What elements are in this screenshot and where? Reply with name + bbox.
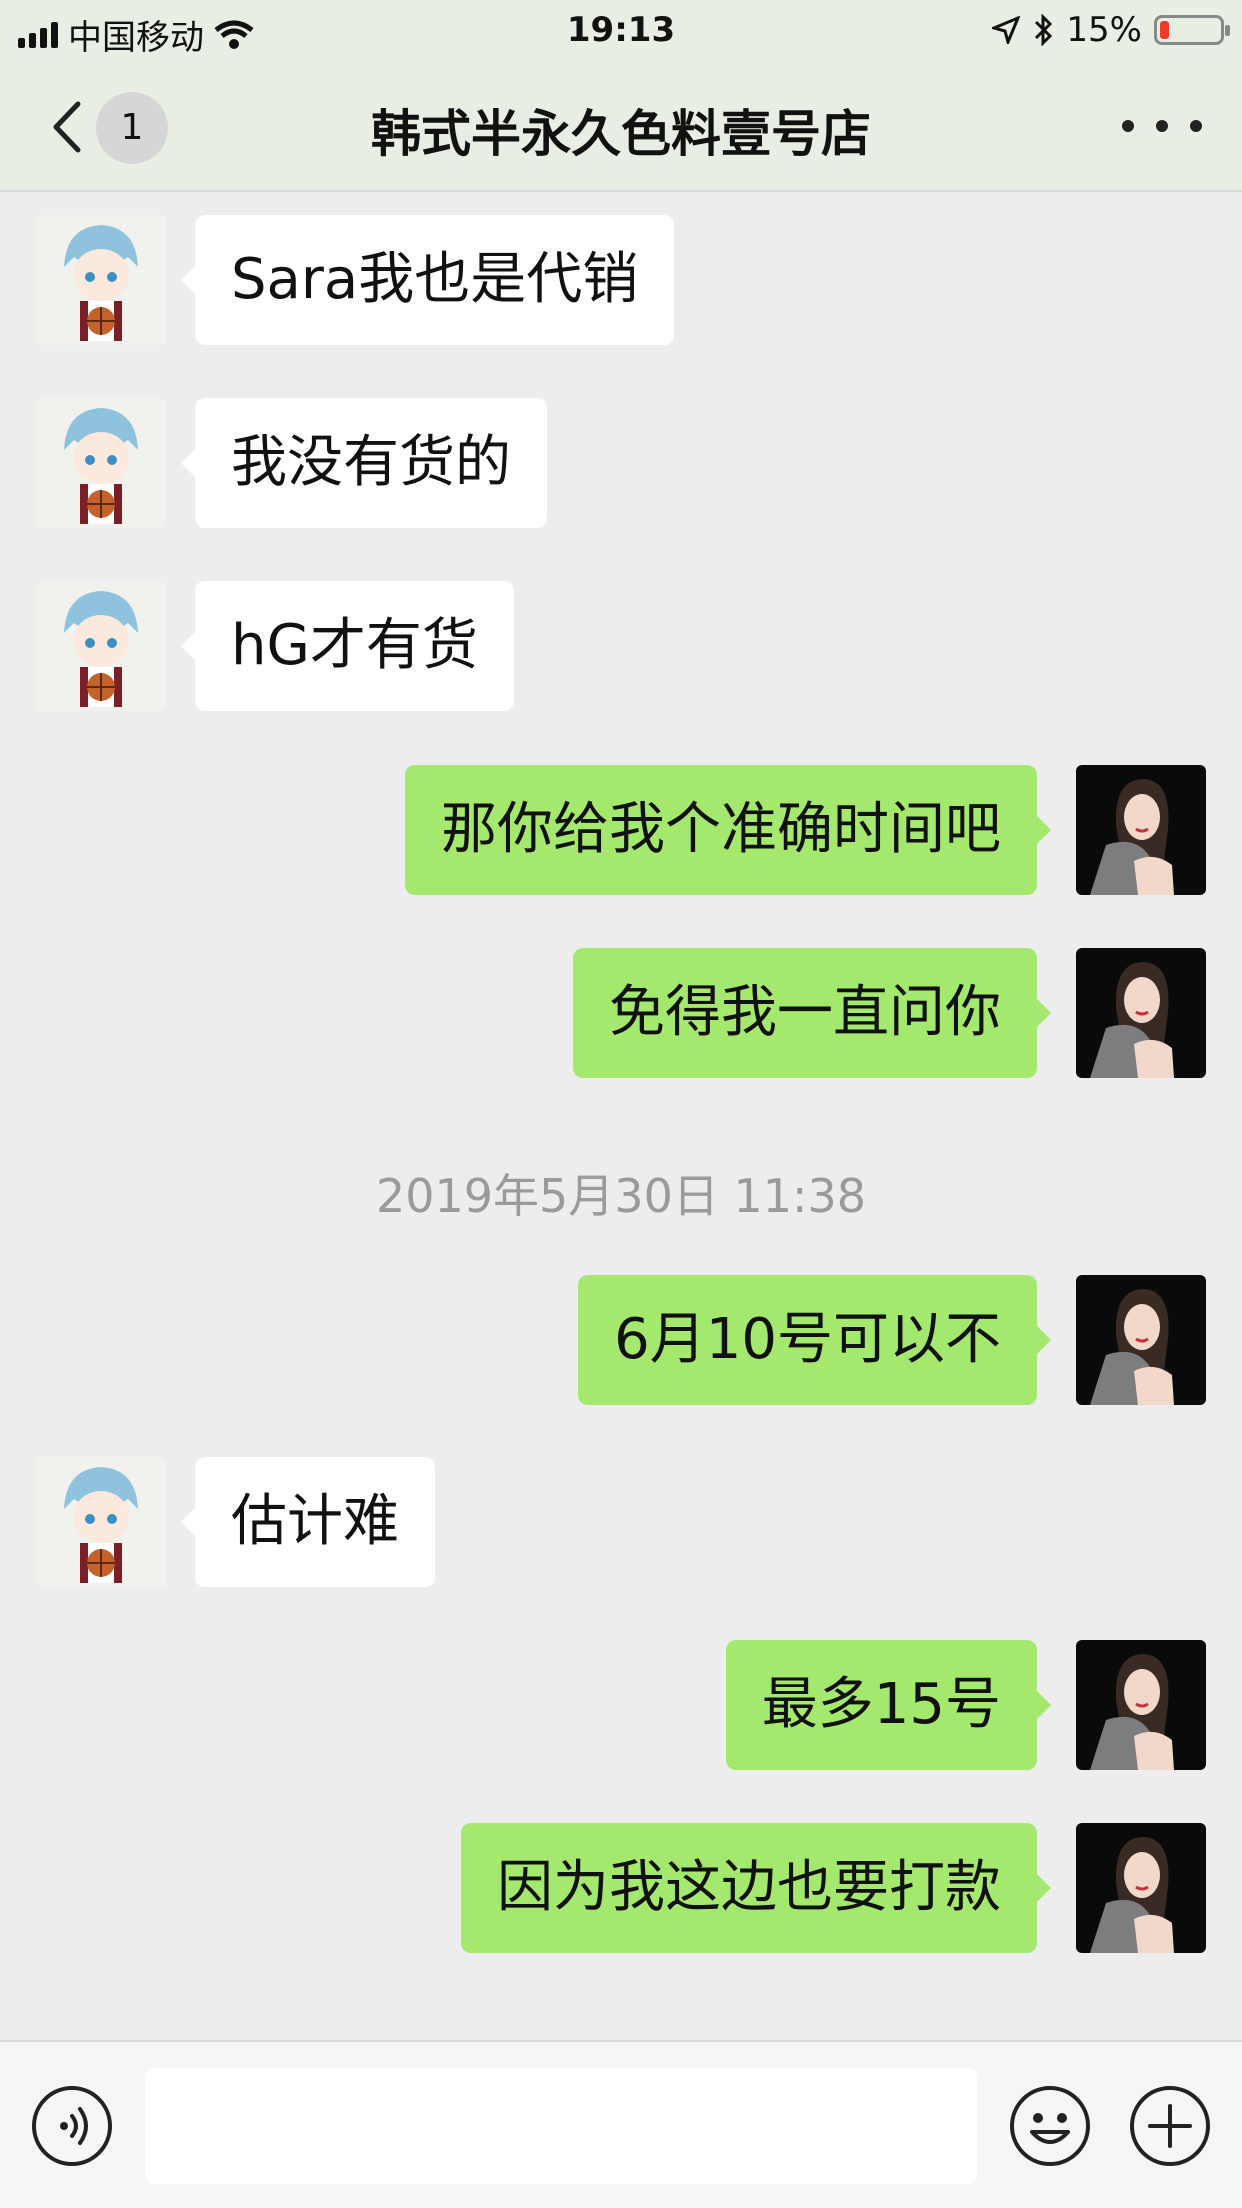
chat-title: 韩式半永久色料壹号店 (371, 105, 871, 163)
status-bar: 中国移动 19:13 15% (0, 0, 1242, 62)
chat-header: 1 韩式半永久色料壹号店 (0, 62, 1242, 192)
incoming-message[interactable]: 估计难 (181, 1457, 435, 1587)
emoji-icon[interactable] (1008, 2084, 1092, 2168)
voice-icon[interactable] (30, 2084, 114, 2168)
message-timestamp: 2019年5月30日 11:38 (375, 1169, 867, 1223)
outgoing-message[interactable]: 那你给我个准确时间吧 (405, 765, 1051, 895)
contact-avatar[interactable] (36, 215, 166, 345)
outgoing-message[interactable]: 免得我一直问你 (573, 948, 1051, 1078)
battery-percent: 15% (1066, 10, 1142, 50)
user-avatar[interactable] (1076, 1640, 1206, 1770)
message-input[interactable] (145, 2068, 977, 2184)
user-avatar[interactable] (1076, 1823, 1206, 1953)
user-avatar[interactable] (1076, 948, 1206, 1078)
contact-avatar[interactable] (36, 398, 166, 528)
user-avatar[interactable] (1076, 1275, 1206, 1405)
input-bar (0, 2040, 1242, 2208)
more-icon[interactable] (1122, 106, 1202, 146)
contact-avatar[interactable] (36, 1457, 166, 1587)
outgoing-message[interactable]: 因为我这边也要打款 (461, 1823, 1051, 1953)
incoming-message[interactable]: Sara我也是代销 (180, 215, 675, 345)
location-arrow-icon (992, 16, 1021, 44)
incoming-message[interactable]: hG才有货 (181, 581, 514, 711)
outgoing-message[interactable]: 最多15号 (725, 1640, 1052, 1770)
contact-avatar[interactable] (36, 581, 166, 711)
user-avatar[interactable] (1076, 765, 1206, 895)
plus-icon[interactable] (1128, 2084, 1212, 2168)
incoming-message[interactable]: 我没有货的 (181, 398, 547, 528)
battery-level-fill (1160, 21, 1169, 39)
battery-icon (1154, 15, 1230, 45)
status-right: 15% (992, 10, 1230, 50)
outgoing-message[interactable]: 6月10号可以不 (578, 1275, 1051, 1405)
bluetooth-icon (1035, 14, 1053, 46)
